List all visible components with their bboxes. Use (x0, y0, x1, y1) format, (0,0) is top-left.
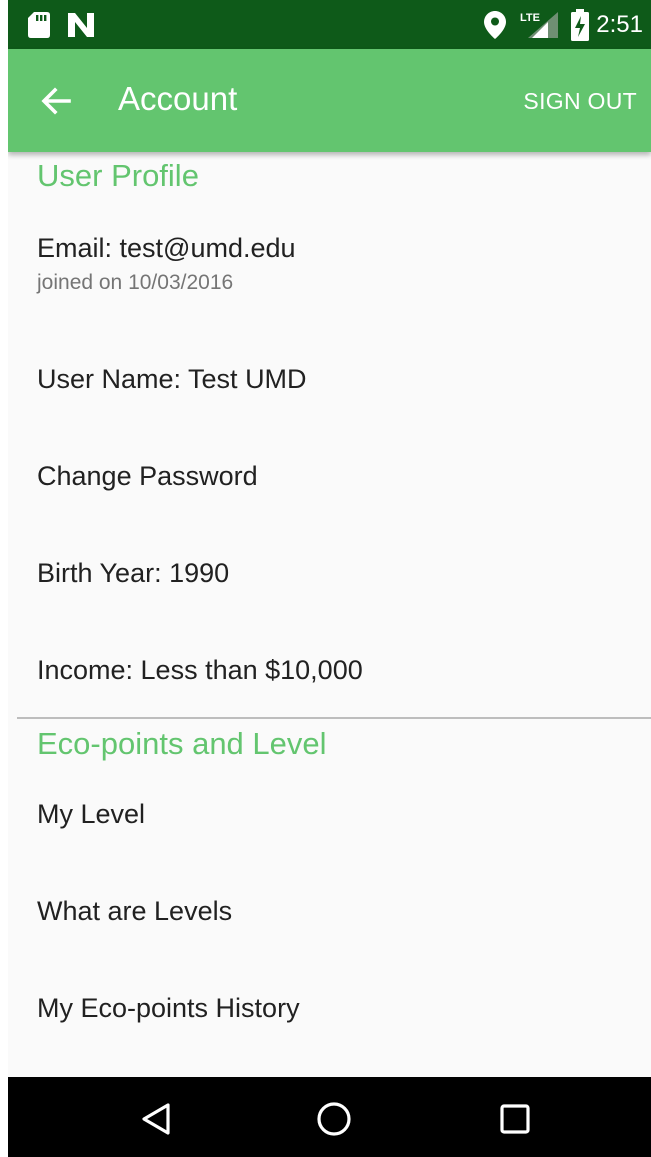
sign-out-button[interactable]: SIGN OUT (523, 87, 637, 115)
battery-charging-icon (571, 9, 589, 41)
location-icon (484, 11, 506, 39)
my-level-item[interactable]: My Level (8, 769, 651, 859)
account-screen: LTE 2:51 Account SIGN OUT User Profile E… (0, 0, 651, 1157)
section-header-eco-points: Eco-points and Level (37, 726, 327, 761)
income-item[interactable]: Income: Less than $10,000 (8, 623, 651, 713)
home-circle-icon[interactable] (312, 1097, 356, 1141)
lte-signal-icon: LTE (520, 12, 558, 38)
network-type-label: LTE (520, 12, 540, 24)
email-label: Email: test@umd.edu (37, 233, 296, 263)
app-bar: Account SIGN OUT (8, 49, 651, 152)
user-name-item[interactable]: User Name: Test UMD (8, 332, 651, 422)
joined-date-label: joined on 10/03/2016 (37, 271, 234, 294)
settings-list: User Profile Email: test@umd.edu joined … (8, 152, 651, 1077)
page-title: Account (118, 80, 238, 117)
status-bar: LTE 2:51 (8, 0, 651, 49)
what-are-levels-label: What are Levels (37, 896, 233, 926)
section-header-user-profile: User Profile (37, 158, 199, 193)
back-triangle-icon[interactable] (136, 1097, 180, 1141)
email-item[interactable]: Email: test@umd.edu joined on 10/03/2016 (8, 212, 651, 312)
recents-square-icon[interactable] (493, 1097, 537, 1141)
section-divider (17, 717, 651, 719)
arrow-left-icon[interactable] (36, 81, 76, 121)
change-password-item[interactable]: Change Password (8, 429, 651, 519)
birth-year-item[interactable]: Birth Year: 1990 (8, 526, 651, 616)
birth-year-label: Birth Year: 1990 (37, 558, 230, 588)
eco-points-history-label: My Eco-points History (37, 993, 300, 1023)
eco-points-history-item[interactable]: My Eco-points History (8, 963, 651, 1053)
change-password-label: Change Password (37, 461, 258, 491)
navigation-bar (8, 1077, 651, 1157)
income-label: Income: Less than $10,000 (37, 655, 363, 685)
screen-edge (0, 0, 8, 1157)
what-are-levels-item[interactable]: What are Levels (8, 866, 651, 956)
clock-time: 2:51 (596, 11, 643, 38)
sd-card-icon (28, 12, 50, 38)
user-name-label: User Name: Test UMD (37, 364, 307, 394)
n-logo-icon (68, 13, 94, 37)
my-level-label: My Level (37, 799, 146, 829)
